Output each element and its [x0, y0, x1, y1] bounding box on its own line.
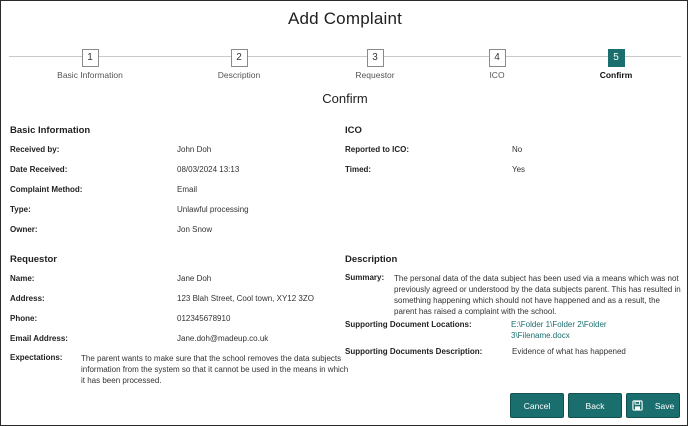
complaint-method-label: Complaint Method: — [10, 185, 83, 194]
step-number: 2 — [230, 49, 248, 67]
expectations-label: Expectations: — [10, 353, 63, 362]
date-received-label: Date Received: — [10, 165, 68, 174]
timed-label: Timed: — [345, 165, 372, 174]
description-heading: Description — [345, 254, 398, 265]
step-description[interactable]: 2 Description — [179, 47, 299, 80]
supporting-documents-description-value: Evidence of what has happened — [512, 347, 626, 356]
supporting-document-locations-label: Supporting Document Locations: — [345, 320, 472, 329]
step-label: Requestor — [355, 70, 395, 80]
received-by-label: Received by: — [10, 145, 60, 154]
reported-to-ico-label: Reported to ICO: — [345, 145, 409, 154]
step-confirm[interactable]: 5 Confirm — [556, 47, 676, 80]
back-button[interactable]: Back — [568, 393, 622, 418]
back-button-label: Back — [585, 400, 605, 411]
complaint-dialog: Add Complaint 1 Basic Information 2 Desc… — [0, 0, 688, 426]
timed-value: Yes — [512, 165, 526, 174]
step-label: Confirm — [599, 70, 633, 80]
requestor-name-label: Name: — [10, 274, 35, 283]
step-basic-information[interactable]: 1 Basic Information — [30, 47, 150, 80]
email-address-value: Jane.doh@madeup.co.uk — [177, 334, 269, 343]
save-button-label: Save — [654, 400, 675, 411]
summary-value: The personal data of the data subject ha… — [394, 274, 681, 316]
step-ico[interactable]: 4 ICO — [437, 47, 557, 80]
step-number: 4 — [488, 49, 506, 67]
type-label: Type: — [10, 205, 31, 214]
basic-information-heading: Basic Information — [10, 125, 91, 136]
stepper: 1 Basic Information 2 Description 3 Requ… — [1, 47, 688, 81]
date-received-value: 08/03/2024 13:13 — [177, 165, 240, 174]
phone-value: 012345678910 — [177, 314, 231, 323]
step-number: 5 — [607, 49, 625, 67]
received-by-value: John Doh — [177, 145, 212, 154]
step-label: ICO — [489, 70, 505, 80]
email-address-label: Email Address: — [10, 334, 68, 343]
requestor-heading: Requestor — [10, 254, 57, 265]
type-value: Unlawful processing — [177, 205, 249, 214]
address-label: Address: — [10, 294, 45, 303]
save-icon — [632, 400, 643, 411]
summary-label: Summary: — [345, 273, 385, 282]
owner-label: Owner: — [10, 225, 38, 234]
supporting-document-link[interactable]: E:\Folder 1\Folder 2\Folder 3\Filename.d… — [511, 320, 621, 341]
reported-to-ico-value: No — [512, 145, 523, 154]
step-number: 1 — [81, 49, 99, 67]
cancel-button-label: Cancel — [523, 400, 551, 411]
ico-heading: ICO — [345, 125, 362, 136]
owner-value: Jon Snow — [177, 225, 213, 234]
complaint-method-value: Email — [177, 185, 198, 194]
address-value: 123 Blah Street, Cool town, XY12 3ZO — [177, 294, 314, 303]
section-title: Confirm — [322, 91, 368, 106]
supporting-documents-description-label: Supporting Documents Description: — [345, 347, 483, 356]
cancel-button[interactable]: Cancel — [510, 393, 564, 418]
step-requestor[interactable]: 3 Requestor — [315, 47, 435, 80]
step-label: Description — [217, 70, 261, 80]
expectations-value: The parent wants to make sure that the s… — [81, 354, 349, 385]
phone-label: Phone: — [10, 314, 38, 323]
step-number: 3 — [366, 49, 384, 67]
step-label: Basic Information — [57, 70, 123, 80]
requestor-name-value: Jane Doh — [177, 274, 212, 283]
save-button[interactable]: Save — [626, 393, 680, 418]
page-title: Add Complaint — [287, 9, 403, 28]
